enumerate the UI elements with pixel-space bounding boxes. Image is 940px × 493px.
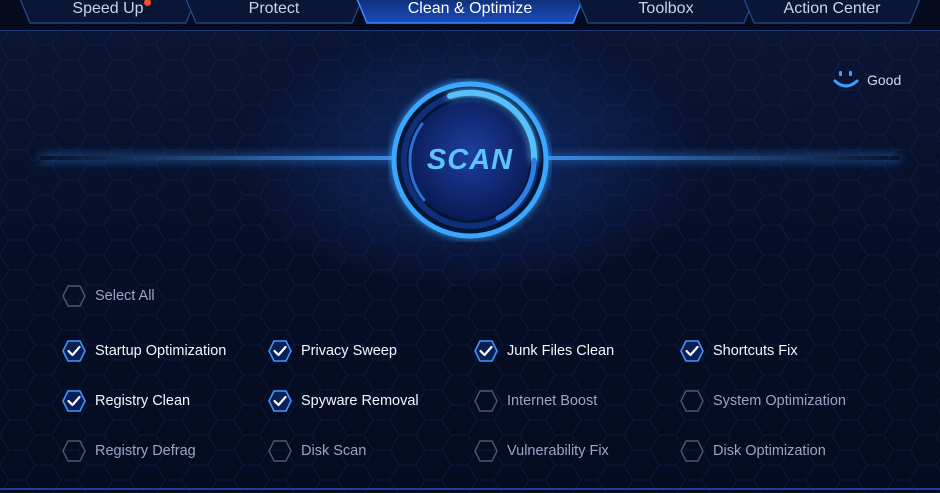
option-spyware-removal[interactable]: Spyware Removal [268,389,419,413]
scan-button[interactable]: SCAN [388,78,552,242]
option-privacy-sweep[interactable]: Privacy Sweep [268,339,397,363]
option-label: Vulnerability Fix [507,443,609,459]
hexagon-checkbox-icon [474,390,498,412]
scan-beam-right [540,156,900,160]
checked-hexagon-icon [62,340,86,362]
option-label: Disk Optimization [713,443,826,459]
hexagon-checkbox-icon [62,440,86,462]
tab-bar: Speed Up Protect Clean & Optimize Toolbo… [0,0,940,31]
tab-clean-optimize[interactable]: Clean & Optimize [355,0,585,24]
option-junk-files-clean[interactable]: Junk Files Clean [474,339,614,363]
option-vulnerability-fix[interactable]: Vulnerability Fix [474,439,609,463]
option-label: Select All [95,288,155,304]
scan-beam-left [40,156,400,160]
option-label: Junk Files Clean [507,343,615,359]
option-label: Registry Defrag [95,443,196,459]
option-label: Shortcuts Fix [713,343,798,359]
option-registry-defrag[interactable]: Registry Defrag [62,439,196,463]
option-system-optimization[interactable]: System Optimization [680,389,846,413]
smiley-icon [833,71,859,88]
option-label: System Optimization [713,393,846,409]
tab-label: Action Center [783,0,881,17]
tab-toolbox[interactable]: Toolbox [576,0,756,24]
option-label: Spyware Removal [301,393,419,409]
checked-hexagon-icon [268,390,292,412]
option-registry-clean[interactable]: Registry Clean [62,389,190,413]
option-shortcuts-fix[interactable]: Shortcuts Fix [680,339,798,363]
scan-label: SCAN [426,143,514,176]
tab-label: Toolbox [638,0,694,17]
checked-hexagon-icon [680,340,704,362]
option-disk-scan[interactable]: Disk Scan [268,439,366,463]
tab-label: Clean & Optimize [407,0,533,17]
option-label: Internet Boost [507,393,598,409]
tab-label: Protect [248,0,300,17]
option-internet-boost[interactable]: Internet Boost [474,389,597,413]
tab-action-center[interactable]: Action Center [742,0,922,24]
tab-label: Speed Up [72,0,144,17]
hexagon-checkbox-icon [268,440,292,462]
option-disk-optimization[interactable]: Disk Optimization [680,439,826,463]
tab-protect[interactable]: Protect [184,0,364,24]
status-label: Good [867,72,902,88]
option-label: Startup Optimization [95,343,227,359]
option-label: Privacy Sweep [301,343,397,359]
checked-hexagon-icon [268,340,292,362]
option-startup-optimization[interactable]: Startup Optimization [62,339,226,363]
hexagon-checkbox-icon [680,440,704,462]
checked-hexagon-icon [474,340,498,362]
option-label: Registry Clean [95,393,191,409]
hexagon-checkbox-icon [680,390,704,412]
select-all-checkbox[interactable]: Select All [62,284,155,308]
option-label: Disk Scan [301,443,367,459]
hexagon-checkbox-icon [62,285,86,307]
bottom-divider [0,488,940,490]
tab-speed-up[interactable]: Speed Up [18,0,198,24]
hexagon-checkbox-icon [474,440,498,462]
system-status: Good [833,69,901,91]
checked-hexagon-icon [62,390,86,412]
